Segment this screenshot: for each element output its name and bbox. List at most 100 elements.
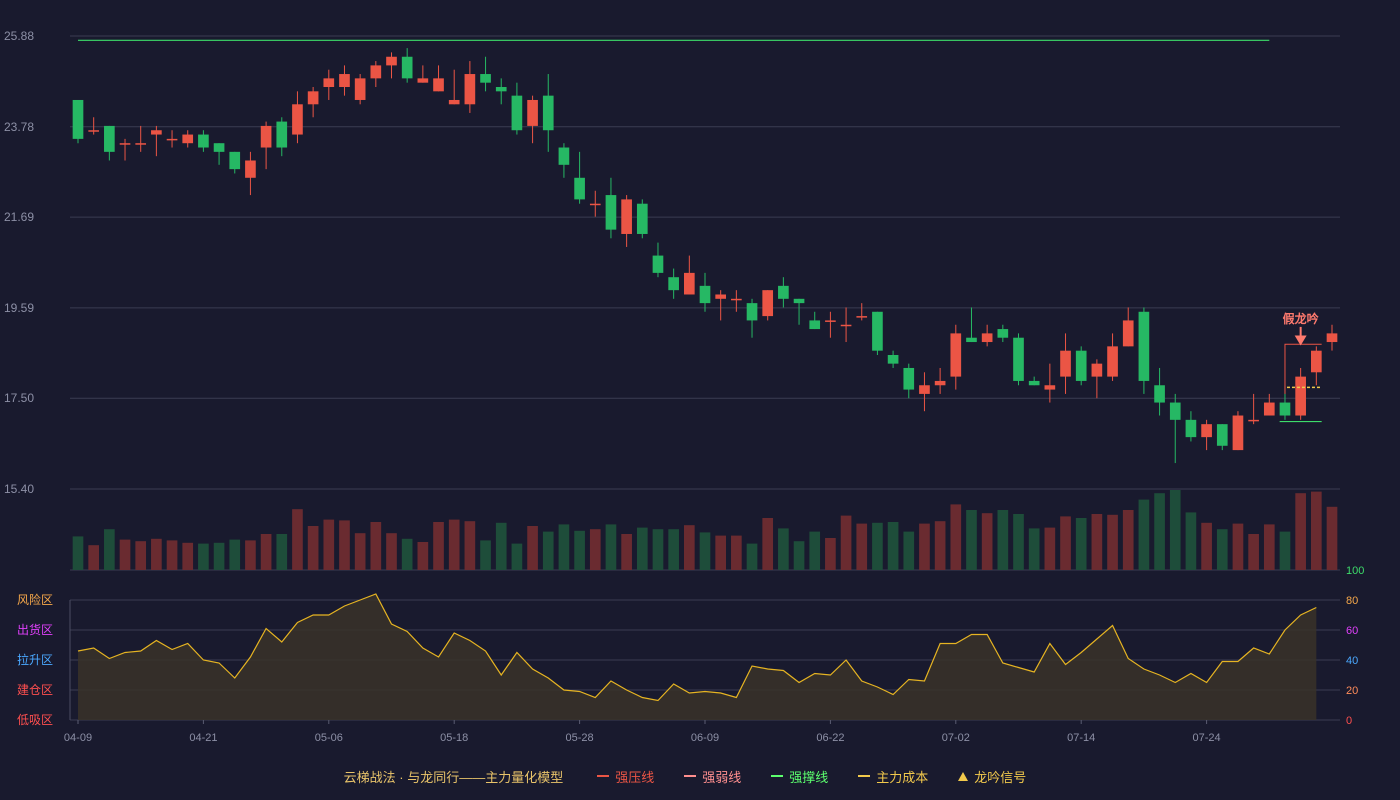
candle-body — [135, 143, 147, 145]
volume-bar — [1169, 490, 1181, 570]
candle-body — [997, 329, 1009, 338]
legend-item-strength-line[interactable]: 强弱线 — [684, 767, 741, 786]
candle-body — [1028, 380, 1040, 386]
candle-body — [292, 104, 303, 135]
volume-bar — [495, 522, 507, 570]
volume-bar — [1295, 493, 1306, 570]
candle-body — [856, 316, 868, 318]
volume-bar — [825, 538, 836, 570]
candle-body — [1154, 385, 1165, 403]
x-tick-label: 07-02 — [942, 732, 970, 744]
chart-legend: 云梯战法 · 与龙同行——主力量化模型 强压线 强弱线 强撑线 主力成本 龙吟信… — [0, 764, 1400, 788]
legend-dashed-line-icon — [684, 775, 697, 777]
volume-bar — [1185, 512, 1197, 570]
legend-title: 云梯战法 · 与龙同行——主力量化模型 — [343, 769, 564, 785]
candle-body — [589, 203, 601, 206]
volume-bar — [72, 536, 84, 570]
x-tick-label: 05-06 — [315, 732, 343, 744]
volume-bar — [1138, 499, 1150, 570]
volume-bar — [731, 535, 742, 570]
legend-label: 强压线 — [615, 769, 655, 785]
volume-bar — [1248, 534, 1259, 570]
oscillator-zone-label: 出货区 — [17, 622, 53, 637]
candle-body — [182, 134, 194, 144]
x-tick-label: 05-28 — [566, 732, 594, 744]
volume-bar — [1107, 514, 1118, 570]
candle-body — [762, 290, 774, 317]
legend-item-dragon-signal[interactable]: 龙吟信号 — [958, 767, 1026, 786]
volume-bar — [1028, 528, 1040, 570]
x-tick-label: 07-14 — [1067, 732, 1095, 744]
volume-bar — [1216, 529, 1228, 570]
legend-item-strong-pressure[interactable]: 强压线 — [597, 767, 654, 786]
candle-body — [1044, 385, 1056, 390]
candle-body — [1279, 402, 1291, 416]
volume-bar — [433, 522, 444, 570]
candle-body — [699, 285, 711, 304]
candle-body — [574, 177, 585, 200]
oscillator-zone-label: 建仓区 — [17, 683, 53, 697]
legend-line-icon — [771, 775, 784, 777]
volume-bar — [401, 538, 413, 570]
candle-body — [229, 151, 241, 170]
candle-body — [511, 95, 523, 131]
volume-bar — [511, 543, 523, 570]
candle-body — [433, 78, 444, 92]
volume-bar — [166, 540, 178, 570]
candle-body — [1326, 333, 1338, 343]
x-tick-label: 06-22 — [816, 732, 844, 744]
price-tick-label: 17.50 — [4, 391, 34, 405]
volume-bar — [934, 521, 946, 570]
legend-item-main-cost[interactable]: 主力成本 — [858, 767, 928, 786]
volume-bar — [276, 534, 288, 570]
candle-body — [1107, 346, 1118, 377]
legend-dashed-line-icon — [858, 775, 871, 777]
volume-bar — [480, 540, 491, 570]
volume-bar — [715, 535, 727, 570]
candle-body — [480, 74, 491, 83]
volume-bar — [417, 542, 429, 570]
candle-body — [370, 65, 382, 79]
volume-bar — [605, 524, 617, 570]
volume-bar — [840, 515, 852, 570]
oscillator-area — [78, 594, 1317, 720]
candle-body — [542, 95, 554, 131]
chart-svg: 25.88 23.78 21.69 19.59 17.50 15.40 假龙吟低吸区 建仓区 拉… — [4, 29, 1364, 744]
candle-body — [950, 333, 962, 377]
volume-bar — [668, 529, 679, 570]
candle-body — [1232, 415, 1244, 451]
candle-body — [198, 134, 209, 148]
legend-label: 主力成本 — [876, 769, 929, 785]
candle-body — [746, 303, 758, 321]
candle-body — [260, 125, 272, 148]
volume-bar — [1154, 493, 1165, 570]
oscillator-tick-label: 0 — [1346, 715, 1352, 727]
volume-bar — [1326, 506, 1338, 570]
volume-bar — [636, 527, 648, 570]
candle-body — [495, 87, 507, 92]
volume-bar — [339, 520, 350, 570]
candle-body — [1169, 402, 1181, 420]
candle-body — [151, 130, 162, 135]
volume-bar — [104, 529, 115, 570]
volume-bar — [903, 531, 915, 570]
candle-body — [448, 99, 460, 105]
oscillator-tick-label: 40 — [1346, 655, 1358, 667]
volume-bar — [1091, 514, 1103, 570]
volume-bar — [856, 523, 868, 570]
volume-bar — [464, 521, 476, 570]
volume-bar — [793, 541, 805, 570]
candle-body — [104, 125, 115, 152]
volume-bar — [198, 543, 209, 570]
volume-bar — [307, 526, 319, 570]
oscillator-zone-label: 风险区 — [17, 592, 53, 607]
oscillator-tick-label: 100 — [1346, 565, 1364, 577]
volume-bar — [1122, 510, 1134, 570]
volume-bar — [1310, 491, 1322, 570]
candle-body — [981, 333, 993, 343]
candle-body — [1263, 402, 1275, 416]
candle-body — [339, 74, 350, 88]
volume-bar — [746, 543, 758, 570]
legend-item-support-line[interactable]: 强撑线 — [771, 767, 828, 786]
candle-body — [872, 311, 883, 351]
